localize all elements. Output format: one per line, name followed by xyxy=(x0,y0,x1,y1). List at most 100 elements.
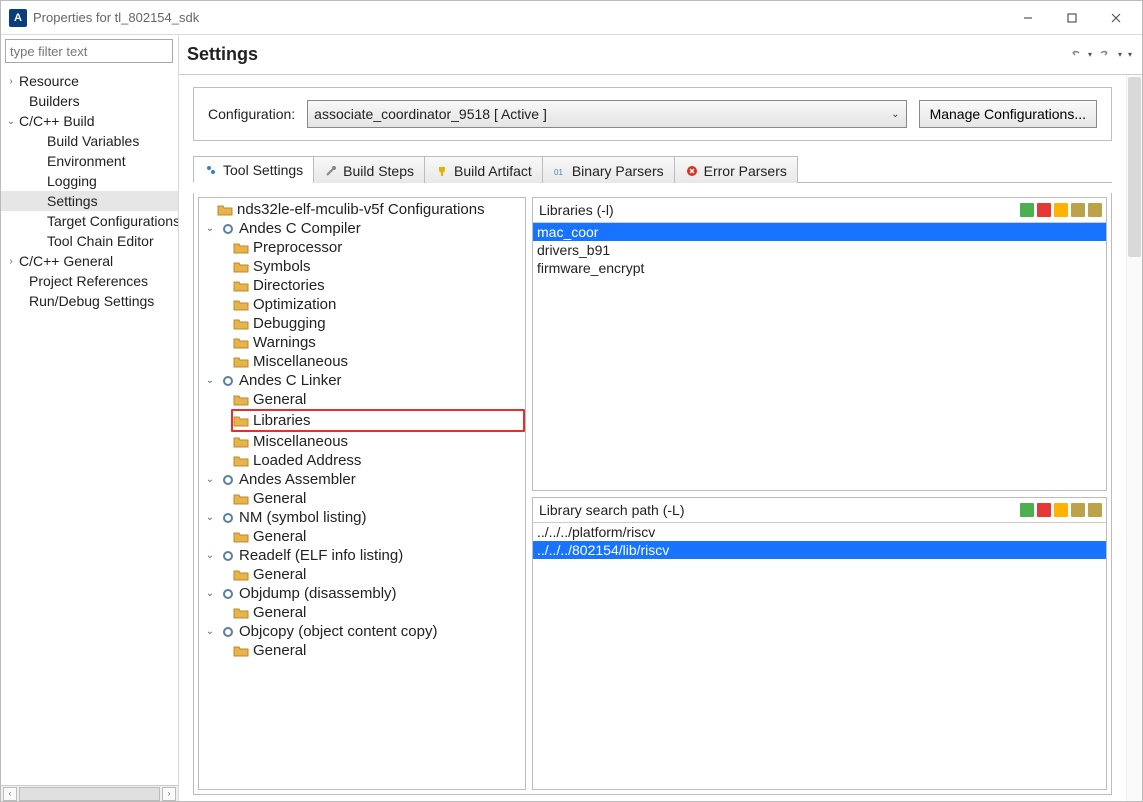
tab-label: Tool Settings xyxy=(223,162,303,178)
edit-library-button[interactable] xyxy=(1054,203,1068,217)
nav-environment[interactable]: Environment xyxy=(1,151,178,171)
folder-icon xyxy=(233,354,249,370)
close-button[interactable] xyxy=(1094,3,1138,33)
nav-build-vars[interactable]: Build Variables xyxy=(1,131,178,151)
tools-icon xyxy=(204,163,218,177)
add-library-button[interactable] xyxy=(1020,203,1034,217)
libpath-row[interactable]: ../../../platform/riscv xyxy=(533,523,1106,541)
content-body: Configuration: associate_coordinator_951… xyxy=(179,75,1126,801)
tab-tool-settings[interactable]: Tool Settings xyxy=(193,156,314,183)
back-dropdown[interactable]: ▾ xyxy=(1086,50,1094,59)
nav-c-build[interactable]: ⌄C/C++ Build xyxy=(1,111,178,131)
folder-icon xyxy=(217,202,233,218)
libraries-panel-header: Libraries (-l) xyxy=(533,198,1106,223)
configuration-value: associate_coordinator_9518 [ Active ] xyxy=(314,106,547,122)
nav-proj-refs[interactable]: Project References xyxy=(1,271,178,291)
sidebar-horizontal-scrollbar[interactable]: ‹ › xyxy=(1,785,178,801)
configuration-bar: Configuration: associate_coordinator_951… xyxy=(193,87,1112,141)
tt-objcopy[interactable]: ⌄Objcopy (object content copy) xyxy=(199,622,525,641)
minimize-button[interactable] xyxy=(1006,3,1050,33)
forward-dropdown[interactable]: ▾ xyxy=(1116,50,1124,59)
view-menu-dropdown[interactable]: ▾ xyxy=(1126,50,1134,59)
folder-icon xyxy=(233,316,249,332)
maximize-button[interactable] xyxy=(1050,3,1094,33)
tt-nm-general[interactable]: General xyxy=(199,527,525,546)
nav-target-config[interactable]: Target Configurations xyxy=(1,211,178,231)
move-path-down-button[interactable] xyxy=(1088,503,1102,517)
window-buttons xyxy=(1006,3,1138,33)
scroll-right-button[interactable]: › xyxy=(162,787,176,801)
nav-builders[interactable]: Builders xyxy=(1,91,178,111)
chevron-down-icon: ⌄ xyxy=(891,109,899,120)
move-library-down-button[interactable] xyxy=(1088,203,1102,217)
tabs: Tool Settings Build Steps Build Artifact… xyxy=(193,155,1112,183)
edit-path-button[interactable] xyxy=(1054,503,1068,517)
folder-icon xyxy=(233,392,249,408)
nav-label: Tool Chain Editor xyxy=(47,233,154,249)
tool-tree[interactable]: nds32le-elf-mculib-v5f Configurations ⌄A… xyxy=(198,197,526,790)
tt-objdump-general[interactable]: General xyxy=(199,603,525,622)
tt-optimization[interactable]: Optimization xyxy=(199,295,525,314)
tt-objdump[interactable]: ⌄Objdump (disassembly) xyxy=(199,584,525,603)
scroll-thumb[interactable] xyxy=(19,787,160,801)
configuration-select[interactable]: associate_coordinator_9518 [ Active ] ⌄ xyxy=(307,100,906,128)
tt-linker-general[interactable]: General xyxy=(199,390,525,409)
tt-andes-c-compiler[interactable]: ⌄Andes C Compiler xyxy=(199,219,525,238)
remove-library-button[interactable] xyxy=(1037,203,1051,217)
back-button[interactable] xyxy=(1066,46,1084,63)
scroll-left-button[interactable]: ‹ xyxy=(3,787,17,801)
nav-resource[interactable]: ›Resource xyxy=(1,71,178,91)
tt-objcopy-general[interactable]: General xyxy=(199,641,525,660)
tt-nm[interactable]: ⌄NM (symbol listing) xyxy=(199,508,525,527)
remove-path-button[interactable] xyxy=(1037,503,1051,517)
library-panels: Libraries (-l) mac_coor drivers xyxy=(532,197,1107,790)
title-bar: A Properties for tl_802154_sdk xyxy=(1,1,1142,35)
tt-libraries-selected[interactable]: Libraries xyxy=(231,409,525,432)
tt-debugging[interactable]: Debugging xyxy=(199,314,525,333)
tt-assembler-general[interactable]: General xyxy=(199,489,525,508)
libraries-list[interactable]: mac_coor drivers_b91 firmware_encrypt xyxy=(533,223,1106,490)
move-library-up-button[interactable] xyxy=(1071,203,1085,217)
content-vertical-scrollbar[interactable] xyxy=(1126,75,1142,801)
library-row[interactable]: firmware_encrypt xyxy=(533,259,1106,277)
move-path-up-button[interactable] xyxy=(1071,503,1085,517)
nav-settings[interactable]: Settings xyxy=(1,191,178,211)
library-row[interactable]: drivers_b91 xyxy=(533,241,1106,259)
nav-toolchain-editor[interactable]: Tool Chain Editor xyxy=(1,231,178,251)
tt-readelf[interactable]: ⌄Readelf (ELF info listing) xyxy=(199,546,525,565)
tab-build-steps[interactable]: Build Steps xyxy=(313,156,425,183)
scroll-thumb[interactable] xyxy=(1128,77,1141,257)
tab-build-artifact[interactable]: Build Artifact xyxy=(424,156,543,183)
tt-warnings[interactable]: Warnings xyxy=(199,333,525,352)
library-row[interactable]: mac_coor xyxy=(533,223,1106,241)
forward-button[interactable] xyxy=(1096,46,1114,63)
tab-label: Build Artifact xyxy=(454,163,532,179)
libpath-row[interactable]: ../../../802154/lib/riscv xyxy=(533,541,1106,559)
tt-preprocessor[interactable]: Preprocessor xyxy=(199,238,525,257)
tt-readelf-general[interactable]: General xyxy=(199,565,525,584)
add-path-button[interactable] xyxy=(1020,503,1034,517)
nav-label: Settings xyxy=(47,193,98,209)
svg-text:01: 01 xyxy=(554,168,563,177)
libraries-panel-buttons xyxy=(1020,203,1102,217)
folder-icon xyxy=(233,453,249,469)
tab-binary-parsers[interactable]: 01 Binary Parsers xyxy=(542,156,675,183)
manage-configurations-button[interactable]: Manage Configurations... xyxy=(919,100,1097,128)
nav-label: Project References xyxy=(29,273,148,289)
tt-directories[interactable]: Directories xyxy=(199,276,525,295)
nav-logging[interactable]: Logging xyxy=(1,171,178,191)
nav-c-general[interactable]: ›C/C++ General xyxy=(1,251,178,271)
tt-miscellaneous-linker[interactable]: Miscellaneous xyxy=(199,432,525,451)
nav-label: Target Configurations xyxy=(47,213,178,229)
tt-miscellaneous-compiler[interactable]: Miscellaneous xyxy=(199,352,525,371)
tt-andes-c-linker[interactable]: ⌄Andes C Linker xyxy=(199,371,525,390)
libpath-list[interactable]: ../../../platform/riscv ../../../802154/… xyxy=(533,523,1106,790)
tt-andes-assembler[interactable]: ⌄Andes Assembler xyxy=(199,470,525,489)
tt-symbols[interactable]: Symbols xyxy=(199,257,525,276)
tt-nds-config[interactable]: nds32le-elf-mculib-v5f Configurations xyxy=(199,200,525,219)
filter-input[interactable] xyxy=(5,39,173,63)
nav-rundebug[interactable]: Run/Debug Settings xyxy=(1,291,178,311)
tab-error-parsers[interactable]: Error Parsers xyxy=(674,156,798,183)
tt-loaded-address[interactable]: Loaded Address xyxy=(199,451,525,470)
error-icon xyxy=(685,164,699,178)
